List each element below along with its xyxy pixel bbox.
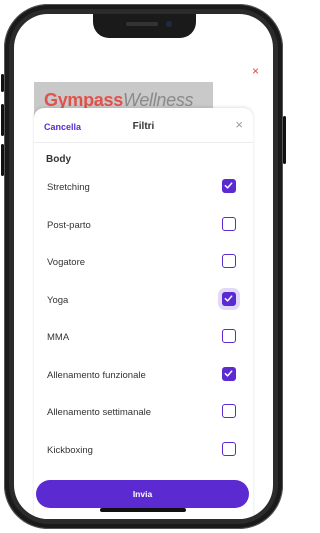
close-icon[interactable]: ×	[235, 118, 243, 131]
filter-checkbox[interactable]	[222, 404, 236, 418]
filter-row[interactable]: MMA	[34, 319, 253, 356]
front-camera	[166, 21, 172, 27]
filter-checkbox[interactable]	[222, 441, 236, 456]
filter-label: Kickboxing	[47, 444, 93, 456]
filter-row[interactable]: Vogatore	[34, 244, 253, 281]
filter-row[interactable]: Stretching	[34, 169, 253, 206]
filter-checkbox[interactable]	[222, 254, 236, 268]
filter-sheet: Cancella Filtri × Body Stretching Post-pa…	[34, 108, 253, 519]
filter-label: Allenamento settimanale	[47, 407, 152, 418]
background-close-icon[interactable]: ×	[252, 64, 259, 78]
section-title: Body	[46, 154, 71, 165]
filter-label: Allenamento funzionale	[47, 369, 146, 381]
filter-label: Vogatore	[47, 257, 86, 268]
sheet-title: Filtri	[132, 121, 155, 132]
filter-label: Yoga	[47, 294, 69, 306]
brand-logo-bold: Gympass	[44, 90, 123, 110]
submit-button[interactable]: Invia	[36, 480, 249, 508]
filter-row[interactable]: Kickboxing	[34, 432, 253, 469]
volume-down-button	[1, 144, 4, 176]
filter-label: Stretching	[47, 182, 90, 193]
phone-frame: × GympassWellness Cancella Filtri × Body…	[1, 4, 286, 529]
filter-row[interactable]: Yoga	[34, 282, 253, 319]
home-indicator	[100, 508, 186, 512]
filter-label: Post-parto	[47, 219, 91, 231]
filter-label: MMA	[47, 332, 70, 343]
checkmark-icon	[224, 369, 233, 377]
filter-checkbox[interactable]	[222, 179, 236, 193]
filter-checkbox[interactable]	[222, 216, 236, 231]
checkmark-icon	[224, 182, 233, 189]
filter-checkbox[interactable]	[222, 291, 236, 306]
phone-screen: × GympassWellness Cancella Filtri × Body…	[14, 14, 273, 519]
notch	[93, 14, 196, 38]
filter-row[interactable]: Allenamento funzionale	[34, 357, 253, 394]
filter-row[interactable]: Allenamento settimanale	[34, 394, 253, 431]
silent-switch	[1, 74, 4, 92]
sheet-header: Cancella Filtri ×	[34, 108, 253, 143]
power-button	[283, 116, 286, 164]
checkmark-icon	[224, 294, 233, 302]
filter-checkbox[interactable]	[222, 366, 236, 381]
brand-logo-light: Wellness	[122, 90, 194, 110]
volume-up-button	[1, 104, 4, 136]
filter-row[interactable]: Post-parto	[34, 207, 253, 244]
filter-checkbox[interactable]	[222, 329, 236, 343]
speaker-grille	[126, 22, 158, 26]
